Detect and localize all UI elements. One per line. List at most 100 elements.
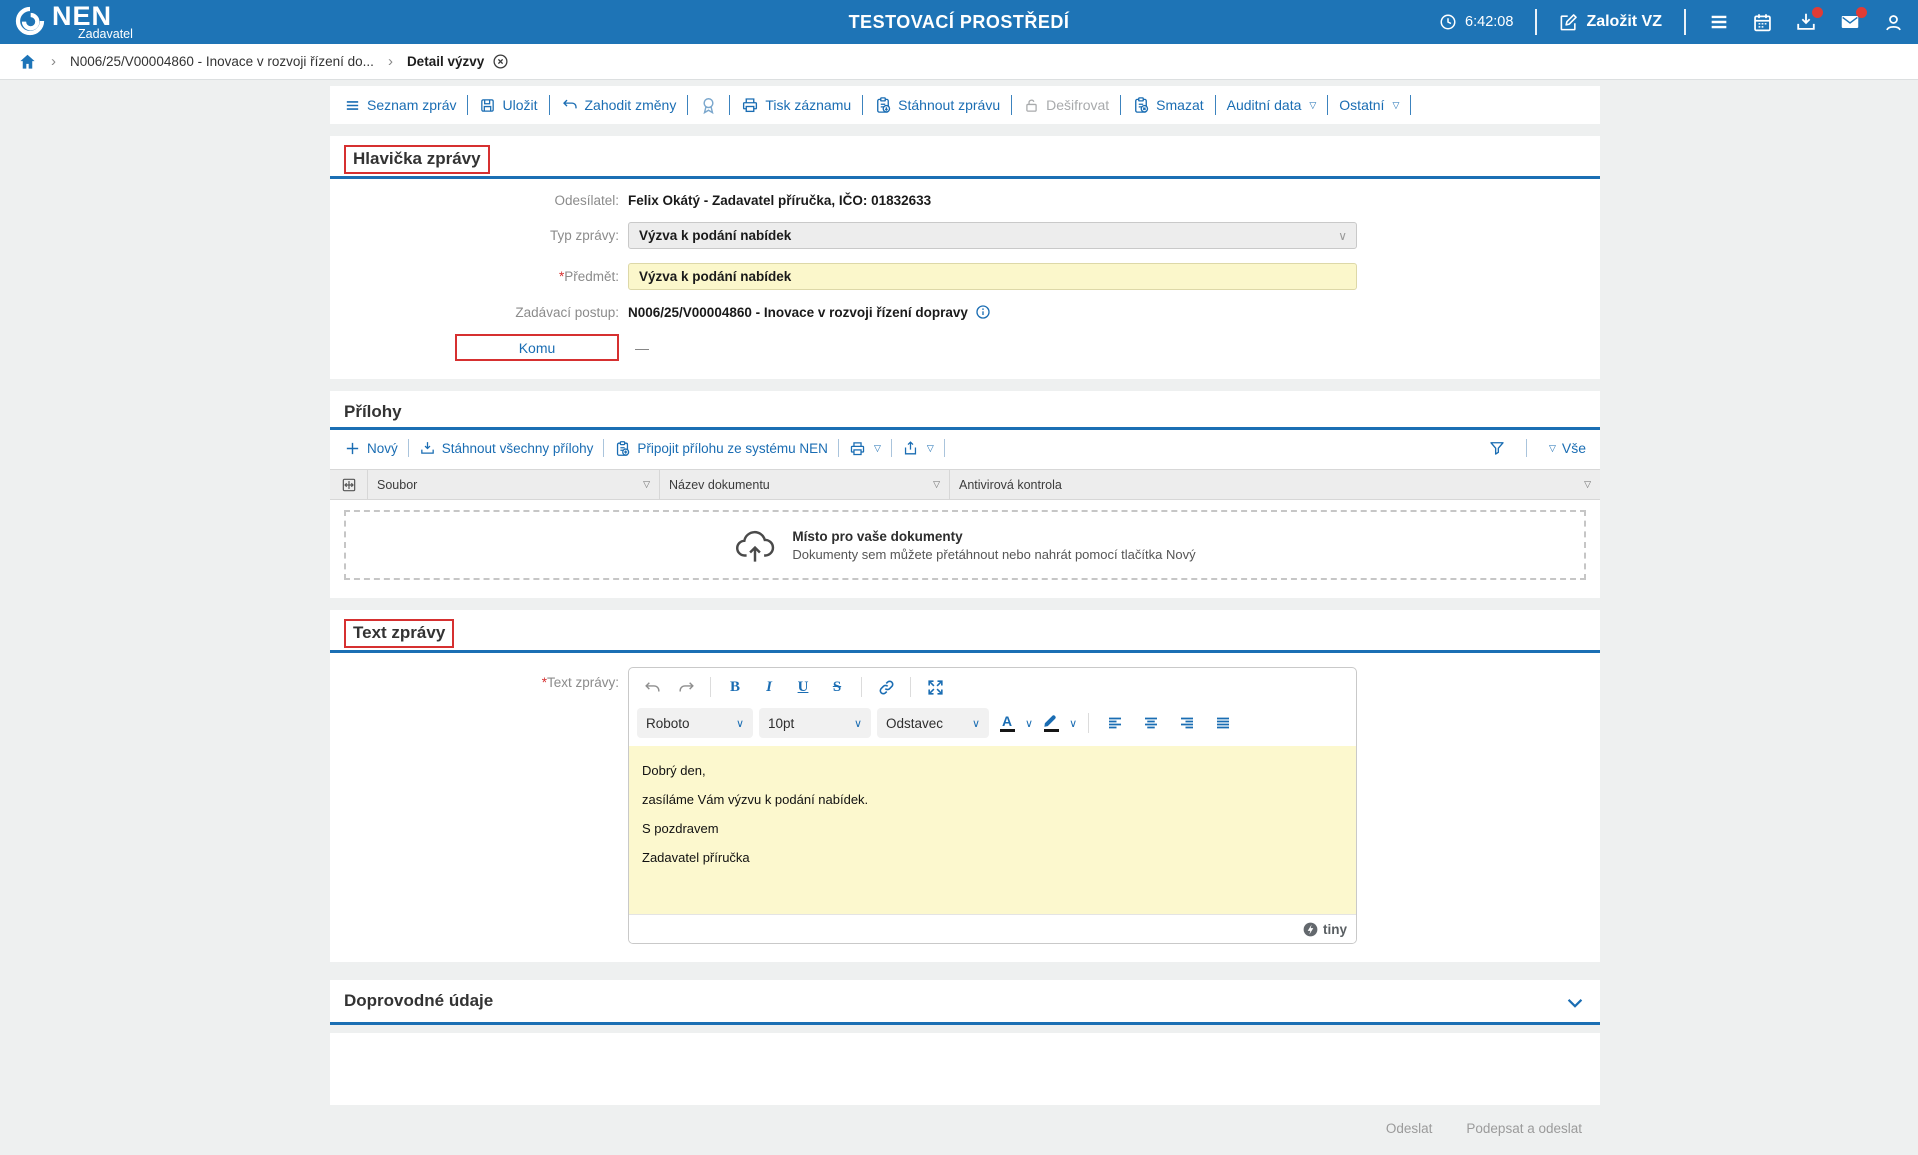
divider — [687, 95, 688, 115]
sign-and-send-button[interactable]: Podepsat a odeslat — [1466, 1121, 1582, 1136]
tiny-brand-label[interactable]: tiny — [1323, 922, 1347, 937]
divider — [729, 95, 730, 115]
list-icon — [344, 97, 361, 114]
font-size-select[interactable]: 10pt ∨ — [759, 708, 871, 738]
highlight-color-button[interactable] — [1039, 710, 1063, 736]
export-attachments-dropdown[interactable]: ▽ — [902, 440, 934, 457]
redo-button[interactable] — [671, 674, 701, 700]
menu-button[interactable] — [1708, 11, 1730, 33]
printer-icon — [741, 96, 759, 114]
breadcrumb-procedure-link[interactable]: N006/25/V00004860 - Inovace v rozvoji ří… — [70, 54, 374, 69]
document-delete-icon — [1132, 96, 1150, 114]
person-icon — [1883, 12, 1904, 33]
message-list-button[interactable]: Seznam zpráv — [344, 97, 456, 114]
accompanying-data-section: Doprovodné údaje — [330, 980, 1600, 1025]
italic-button[interactable]: I — [754, 674, 784, 700]
dropdown-triangle-icon: ▽ — [1392, 100, 1399, 111]
discard-changes-button[interactable]: Zahodit změny — [561, 96, 677, 114]
chevron-down-icon[interactable]: ∨ — [1069, 717, 1077, 730]
editor-content-area[interactable]: Dobrý den, zasíláme Vám výzvu k podání n… — [629, 746, 1356, 914]
editor-statusbar: tiny — [629, 914, 1356, 943]
audit-data-dropdown[interactable]: Auditní data ▽ — [1227, 97, 1317, 113]
chevron-down-icon: ∨ — [726, 717, 744, 730]
download-message-button[interactable]: Stáhnout zprávu — [874, 96, 1000, 114]
filter-icon[interactable] — [1488, 439, 1506, 457]
save-button[interactable]: Uložit — [479, 97, 537, 114]
expand-chevron-icon[interactable] — [1564, 992, 1586, 1014]
align-left-button[interactable] — [1100, 710, 1130, 736]
recipients-link[interactable]: Komu — [455, 334, 619, 361]
subject-label: *Předmět: — [330, 269, 628, 284]
divider — [408, 439, 409, 457]
message-header-section: Hlavička zprávy Odesílatel: Felix Okátý … — [330, 136, 1600, 379]
dropzone-title: Místo pro vaše dokumenty — [792, 529, 1195, 544]
editor-paragraph: Zadavatel příručka — [642, 850, 1343, 865]
filter-all-dropdown[interactable]: ▽ Vše — [1547, 440, 1586, 456]
divider — [1410, 95, 1411, 115]
divider — [1535, 9, 1537, 35]
download-all-attachments-button[interactable]: Stáhnout všechny přílohy — [419, 440, 594, 457]
text-color-button[interactable]: A — [995, 710, 1019, 736]
print-record-button[interactable]: Tisk záznamu — [741, 96, 851, 114]
print-attachments-dropdown[interactable]: ▽ — [849, 440, 881, 457]
link-button[interactable] — [871, 674, 901, 700]
procedure-label: Zadávací postup: — [330, 305, 628, 320]
align-justify-button[interactable] — [1208, 710, 1238, 736]
clock-icon — [1439, 13, 1457, 31]
downloads-button[interactable] — [1795, 11, 1817, 33]
column-settings-button[interactable] — [330, 470, 368, 499]
chevron-down-icon[interactable]: ∨ — [1025, 717, 1033, 730]
attachments-table-header: Soubor ▽ Název dokumentu ▽ Antivirová ko… — [330, 469, 1600, 500]
editor-toolbar-row1: B I U S — [629, 668, 1356, 706]
attach-from-nen-button[interactable]: Připojit přílohu ze systému NEN — [614, 440, 828, 457]
block-format-select[interactable]: Odstavec ∨ — [877, 708, 989, 738]
font-family-select[interactable]: Roboto ∨ — [637, 708, 753, 738]
editor-paragraph: S pozdravem — [642, 821, 1343, 836]
align-center-button[interactable] — [1136, 710, 1166, 736]
tiny-logo-icon — [1303, 922, 1318, 937]
divider — [549, 95, 550, 115]
edit-icon — [1559, 13, 1578, 32]
file-dropzone[interactable]: Místo pro vaše dokumenty Dokumenty sem m… — [344, 510, 1586, 580]
column-header-nazev-dokumentu[interactable]: Název dokumentu ▽ — [660, 470, 950, 499]
column-header-antivirova-kontrola[interactable]: Antivirová kontrola ▽ — [950, 470, 1600, 499]
bold-button[interactable]: B — [720, 674, 750, 700]
breadcrumb-current: Detail výzvy — [407, 54, 484, 69]
undo-button[interactable] — [637, 674, 667, 700]
divider — [710, 677, 711, 697]
sort-triangle-icon: ▽ — [635, 479, 650, 490]
create-vz-button[interactable]: Založit VZ — [1559, 13, 1662, 32]
align-right-button[interactable] — [1172, 710, 1202, 736]
breadcrumb-separator: › — [51, 53, 56, 70]
calendar-button[interactable] — [1752, 12, 1773, 33]
fullscreen-button[interactable] — [920, 674, 950, 700]
editor-paragraph: zasíláme Vám výzvu k podání nabídek. — [642, 792, 1343, 807]
message-type-select[interactable]: Výzva k podání nabídek ∨ — [628, 222, 1357, 249]
column-header-soubor[interactable]: Soubor ▽ — [368, 470, 660, 499]
dropdown-triangle-icon: ▽ — [874, 443, 881, 454]
nen-logo[interactable]: NEN Zadavatel — [14, 0, 112, 44]
sort-triangle-icon: ▽ — [1576, 479, 1591, 490]
underline-button[interactable]: U — [788, 674, 818, 700]
close-tab-icon[interactable] — [492, 53, 509, 70]
user-profile-button[interactable] — [1883, 12, 1904, 33]
sort-triangle-icon: ▽ — [925, 479, 940, 490]
delete-button[interactable]: Smazat — [1132, 96, 1203, 114]
save-icon — [479, 97, 496, 114]
column-resize-icon — [341, 477, 357, 493]
certificate-button[interactable] — [699, 96, 718, 115]
send-button[interactable]: Odeslat — [1386, 1121, 1433, 1136]
divider — [838, 439, 839, 457]
new-attachment-button[interactable]: Nový — [344, 440, 398, 457]
cloud-upload-icon — [734, 524, 776, 566]
attachments-section: Přílohy Nový Stáhnout všechny přílohy Př… — [330, 391, 1600, 598]
text-zpravy-label: *Text zprávy: — [330, 667, 628, 690]
other-dropdown[interactable]: Ostatní ▽ — [1339, 97, 1399, 113]
info-icon[interactable] — [975, 304, 991, 320]
messages-button[interactable] — [1839, 11, 1861, 33]
strikethrough-button[interactable]: S — [822, 674, 852, 700]
top-header-bar: NEN Zadavatel TESTOVACÍ PROSTŘEDÍ 6:42:0… — [0, 0, 1918, 44]
home-icon[interactable] — [18, 52, 37, 71]
subject-input[interactable]: Výzva k podání nabídek — [628, 263, 1357, 290]
divider — [1088, 713, 1089, 733]
